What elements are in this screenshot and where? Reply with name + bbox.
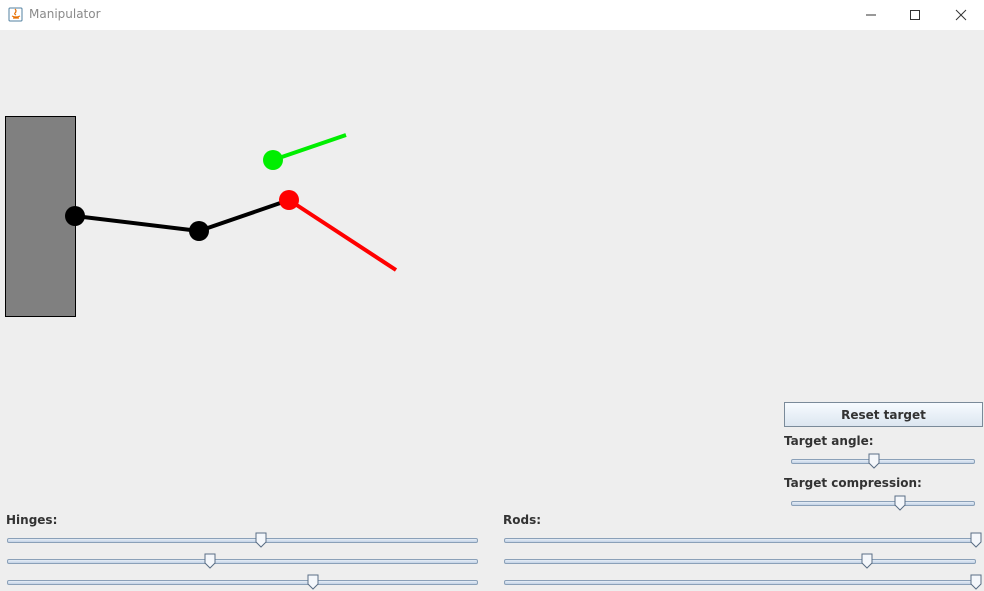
slider-thumb-icon[interactable] xyxy=(868,453,880,469)
minimize-icon xyxy=(866,14,876,16)
java-icon xyxy=(8,7,23,22)
maximize-icon xyxy=(910,10,920,20)
slider-track xyxy=(504,538,976,543)
slider-track xyxy=(504,580,976,585)
slider-track xyxy=(7,538,478,543)
window-title: Manipulator xyxy=(29,7,101,21)
wall xyxy=(5,116,76,317)
slider-thumb-icon[interactable] xyxy=(894,495,906,511)
slider-thumb-icon[interactable] xyxy=(970,574,982,590)
target-angle-slider[interactable] xyxy=(791,453,975,469)
rods-label: Rods: xyxy=(503,513,542,527)
rod-slider-3[interactable] xyxy=(504,574,982,590)
rod-slider-1[interactable] xyxy=(504,532,982,548)
target-point xyxy=(263,150,283,170)
reset-target-button[interactable]: Reset target xyxy=(784,402,983,427)
close-button[interactable] xyxy=(938,0,984,30)
slider-track xyxy=(791,459,975,464)
arm-rod xyxy=(74,214,200,233)
hinge-slider-3[interactable] xyxy=(7,574,478,590)
title-bar: Manipulator xyxy=(0,0,984,30)
slider-thumb-icon[interactable] xyxy=(204,553,216,569)
hinge-joint xyxy=(189,221,209,241)
end-effector xyxy=(279,190,299,210)
maximize-button[interactable] xyxy=(892,0,938,30)
hinge-slider-1[interactable] xyxy=(7,532,478,548)
end-effector-direction-line xyxy=(287,198,398,272)
rod-slider-2[interactable] xyxy=(504,553,976,569)
hinge-slider-2[interactable] xyxy=(7,553,478,569)
slider-track xyxy=(7,580,478,585)
base-joint xyxy=(65,206,85,226)
hinges-label: Hinges: xyxy=(6,513,58,527)
minimize-button[interactable] xyxy=(848,0,894,30)
slider-thumb-icon[interactable] xyxy=(861,553,873,569)
target-compression-label: Target compression: xyxy=(784,476,922,490)
arm-rod xyxy=(198,198,290,233)
slider-track xyxy=(504,559,976,564)
target-compression-slider[interactable] xyxy=(791,495,975,511)
target-direction-line xyxy=(272,133,347,162)
slider-thumb-icon[interactable] xyxy=(970,532,982,548)
target-angle-label: Target angle: xyxy=(784,434,874,448)
slider-track xyxy=(7,559,478,564)
close-icon xyxy=(955,9,967,21)
slider-thumb-icon[interactable] xyxy=(255,532,267,548)
slider-thumb-icon[interactable] xyxy=(307,574,319,590)
slider-track xyxy=(791,501,975,506)
